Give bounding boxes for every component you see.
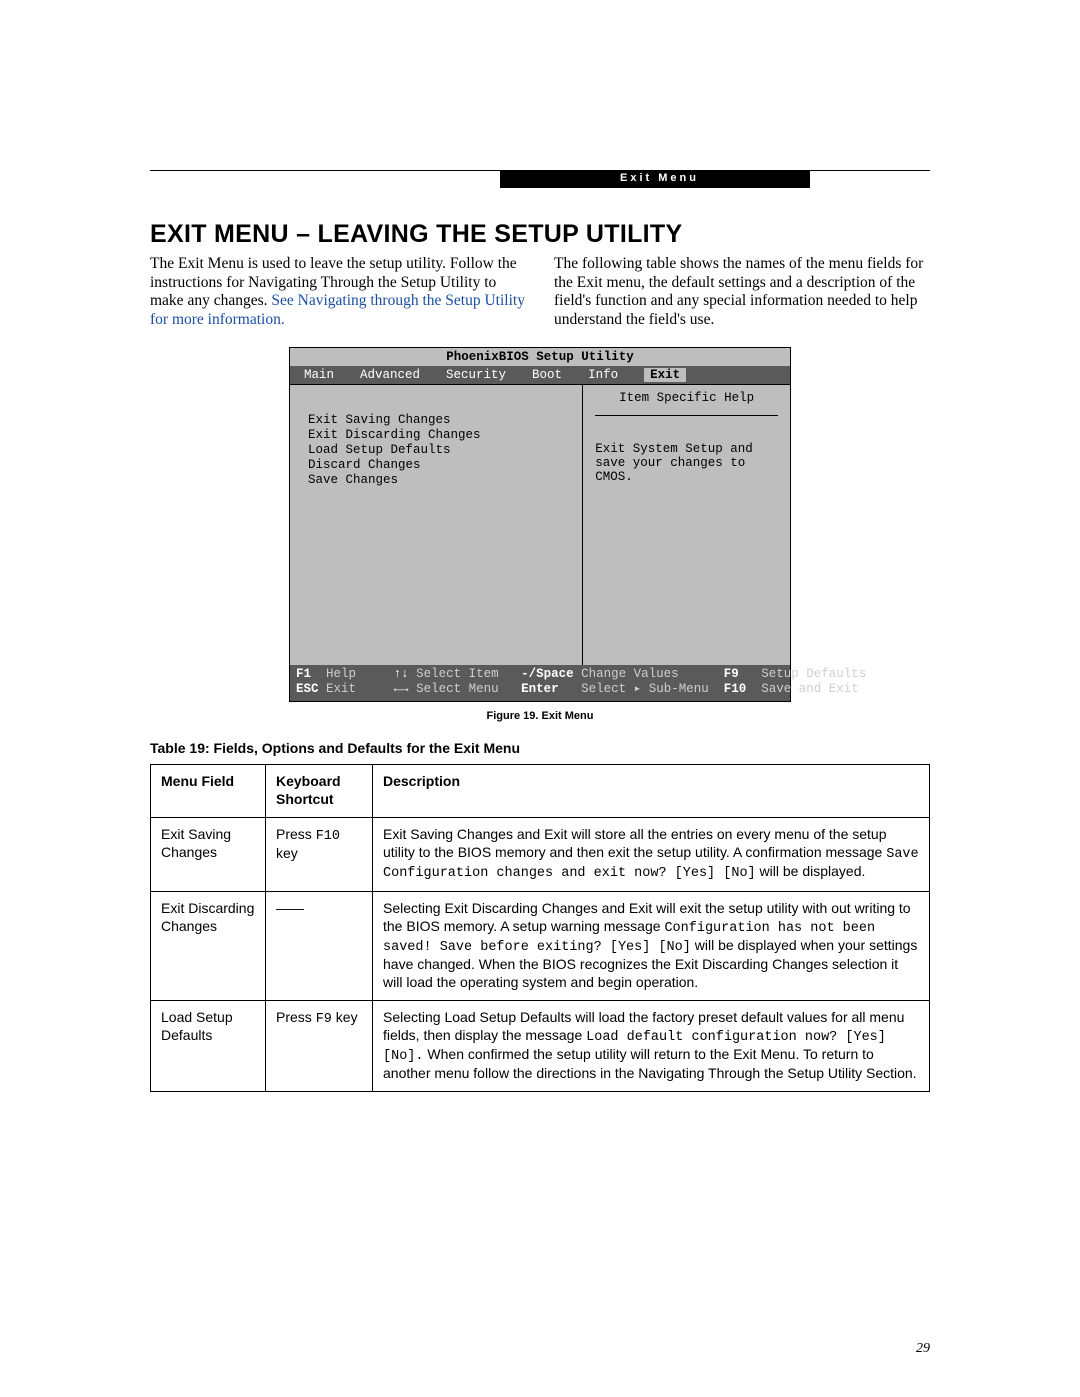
bios-tab-advanced: Advanced	[360, 368, 420, 382]
intro-left: The Exit Menu is used to leave the setup…	[150, 255, 526, 329]
cell-description: Exit Saving Changes and Exit will store …	[373, 818, 930, 891]
page-title: EXIT MENU – LEAVING THE SETUP UTILITY	[150, 220, 930, 249]
cell-description: Selecting Exit Discarding Changes and Ex…	[373, 891, 930, 1000]
cell-shortcut: ——	[266, 891, 373, 1000]
bios-tab-boot: Boot	[532, 368, 562, 382]
table-row: Load Setup DefaultsPress F9 keySelecting…	[151, 1000, 930, 1091]
bios-footer: F1 Help ↑↓ Select Item -/Space Change Va…	[290, 665, 790, 701]
bios-item: Exit Discarding Changes	[308, 428, 582, 442]
bios-help-title: Item Specific Help	[595, 391, 778, 416]
bios-tab-info: Info	[588, 368, 618, 382]
th-description: Description	[373, 765, 930, 818]
bios-menu-items: Exit Saving Changes Exit Discarding Chan…	[290, 385, 583, 665]
bios-title: PhoenixBIOS Setup Utility	[290, 348, 790, 366]
cell-field: Load Setup Defaults	[151, 1000, 266, 1091]
table-row: Exit Discarding Changes——Selecting Exit …	[151, 891, 930, 1000]
intro-right: The following table shows the names of t…	[554, 255, 930, 329]
bios-tab-exit: Exit	[644, 368, 686, 382]
table-row: Exit Saving ChangesPress F10 keyExit Sav…	[151, 818, 930, 891]
bios-help-body: Exit System Setup and save your changes …	[595, 442, 778, 484]
table-title: Table 19: Fields, Options and Defaults f…	[150, 740, 930, 756]
figure-caption: Figure 19. Exit Menu	[150, 710, 930, 722]
bios-help-panel: Item Specific Help Exit System Setup and…	[583, 385, 790, 665]
bios-item: Load Setup Defaults	[308, 443, 582, 457]
bios-tab-security: Security	[446, 368, 506, 382]
bios-tab-main: Main	[304, 368, 334, 382]
cell-description: Selecting Load Setup Defaults will load …	[373, 1000, 930, 1091]
cell-shortcut: Press F10 key	[266, 818, 373, 891]
intro-columns: The Exit Menu is used to leave the setup…	[150, 255, 930, 329]
fields-table: Menu Field Keyboard Shortcut Description…	[150, 764, 930, 1092]
bios-tabs: Main Advanced Security Boot Info Exit	[290, 366, 790, 384]
cell-field: Exit Saving Changes	[151, 818, 266, 891]
page-number: 29	[916, 1341, 930, 1357]
cell-shortcut: Press F9 key	[266, 1000, 373, 1091]
cell-field: Exit Discarding Changes	[151, 891, 266, 1000]
bios-screenshot: PhoenixBIOS Setup Utility Main Advanced …	[289, 347, 791, 702]
bios-item: Exit Saving Changes	[308, 413, 582, 427]
header-section-label: Exit Menu	[500, 170, 810, 188]
bios-item: Discard Changes	[308, 458, 582, 472]
th-menu-field: Menu Field	[151, 765, 266, 818]
bios-item: Save Changes	[308, 473, 582, 487]
th-shortcut: Keyboard Shortcut	[266, 765, 373, 818]
